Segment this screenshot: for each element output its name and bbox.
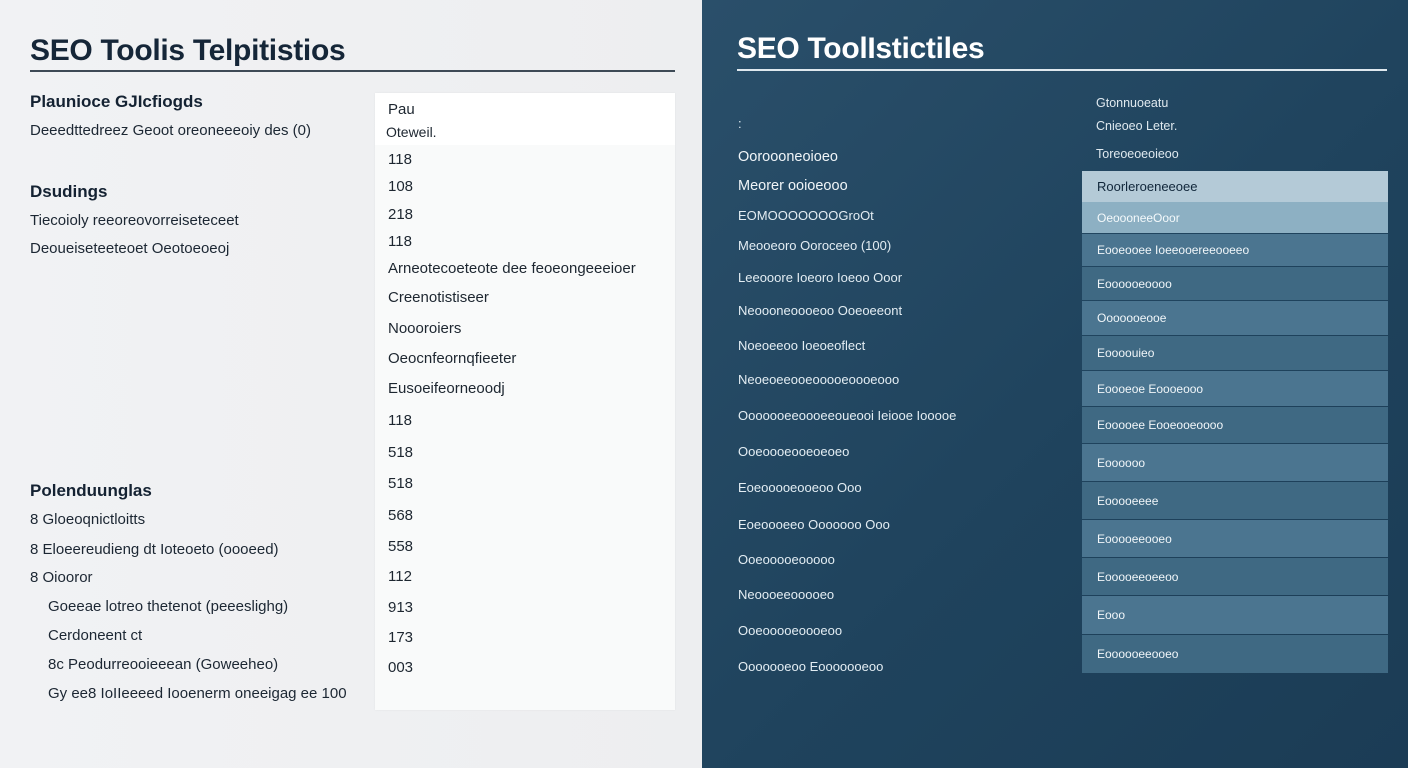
section3-item: 8 Eloeereudieng dt Ioteoeto (oooeed) bbox=[30, 541, 279, 558]
right-cell-highlighted[interactable]: Roorleroeneeoee bbox=[1082, 171, 1388, 202]
value-cell: 518 bbox=[388, 444, 414, 461]
right-label: Meorer ooioeooo bbox=[738, 178, 848, 194]
right-cell[interactable]: Eooooee Eooeooeoooo bbox=[1082, 407, 1388, 443]
right-label: Leeooore Ioeoro Ioeoo Ooor bbox=[738, 270, 903, 285]
section3-item: 8 Gloeoqnictloitts bbox=[30, 511, 146, 528]
right-cell[interactable]: Eooeooee Ioeeooereeooeeo bbox=[1082, 234, 1388, 266]
right-cell[interactable]: Eoooeoe Eoooeooo bbox=[1082, 371, 1388, 406]
value-cell: 218 bbox=[388, 206, 414, 223]
right-label: Ooeooooeooooo bbox=[738, 552, 835, 567]
section1-heading: Plaunioce GJIcfiogds bbox=[30, 92, 203, 111]
value-cell: Oteweil. bbox=[386, 124, 437, 140]
value-cell: Arneotecoeteote dee feoeongeeeioer bbox=[388, 260, 636, 277]
right-label: Neoooneoooeoo Ooeoeeont bbox=[738, 303, 903, 318]
section3-item: 8c Peodurreooieeean (Goweeheo) bbox=[48, 656, 279, 673]
value-cell: 118 bbox=[388, 412, 412, 429]
value-cell: Noooroiers bbox=[388, 320, 462, 337]
right-label: Noeoeeoo Ioeoeoflect bbox=[738, 338, 866, 353]
right-cell[interactable]: Eooooeeee bbox=[1082, 482, 1388, 519]
right-label: Ooooooeeoooeeoueooi Ieiooe Iooooe bbox=[738, 408, 957, 423]
right-label: Neoeoeeooeooooeoooeooo bbox=[738, 372, 900, 387]
section2-line-1: Tiecoioly reeoreovorreiseteceet bbox=[30, 212, 239, 229]
section3-item: Cerdoneent ct bbox=[48, 627, 143, 644]
section1-line: Deeedttedreez Geoot oreoneeeoiy des (0) bbox=[30, 122, 312, 139]
section3-item: 8 Oiooror bbox=[30, 569, 93, 586]
right-cell[interactable]: Eoooooeeooeo bbox=[1082, 635, 1388, 673]
right-cell[interactable]: Eoooooeoooo bbox=[1082, 267, 1388, 300]
right-cell[interactable]: Ooooooeooe bbox=[1082, 301, 1388, 335]
right-cell[interactable]: Eoooouieo bbox=[1082, 336, 1388, 370]
values-panel bbox=[375, 93, 675, 710]
right-label: Neoooeeooooeo bbox=[738, 587, 835, 602]
right-label: Ooeoooeooeoeoeo bbox=[738, 444, 850, 459]
value-cell: 108 bbox=[388, 178, 414, 195]
section2-heading: Dsudings bbox=[30, 182, 108, 201]
right-label: Ooroooneoioeo bbox=[738, 149, 838, 165]
left-page-title: SEO Toolis Telpitistios bbox=[30, 34, 346, 67]
value-cell: 558 bbox=[388, 538, 414, 555]
value-cell: 913 bbox=[388, 599, 414, 616]
value-cell: 118 bbox=[388, 233, 412, 250]
right-label: Ooooooeoo Eooooooeoo bbox=[738, 659, 884, 674]
right-value-column: Gtonnuoeatu Cnieoeo Leter. Toreoeoeoieoo… bbox=[1082, 92, 1388, 673]
value-cell: Oeocnfeornqfieeter bbox=[388, 350, 517, 367]
value-cell: 568 bbox=[388, 507, 414, 524]
value-cell: 112 bbox=[388, 568, 412, 585]
right-label: EOMOOOOOOOGroOt bbox=[738, 208, 874, 223]
right-cell[interactable]: Eooooeeooeo bbox=[1082, 520, 1388, 557]
right-cell: Gtonnuoeatu bbox=[1096, 96, 1169, 110]
right-cell[interactable]: Eooo bbox=[1082, 596, 1388, 634]
right-cell: Cnieoeo Leter. bbox=[1096, 119, 1178, 133]
section3-item: Goeeae lotreo thetenot (peeeslighg) bbox=[48, 598, 289, 615]
section3-item: Gy ee8 IoIIeeeed Iooenerm oneeigag ee 10… bbox=[48, 685, 347, 702]
value-cell: 518 bbox=[388, 475, 414, 492]
left-title-divider bbox=[30, 70, 675, 72]
right-cell-highlighted[interactable]: OeoooneeOoor bbox=[1082, 202, 1388, 233]
value-cell: Eusoeifeorneoodj bbox=[388, 380, 505, 397]
right-page-title: SEO ToolIstictiles bbox=[737, 32, 985, 65]
value-cell: 118 bbox=[388, 151, 412, 168]
value-cell: Pau bbox=[388, 101, 415, 118]
right-label: Eoeooooeooeoo Ooo bbox=[738, 480, 862, 495]
value-cell: Creenotistiseer bbox=[388, 289, 489, 306]
right-marker: : bbox=[738, 116, 742, 131]
right-cell: Toreoeoeoieoo bbox=[1096, 147, 1179, 161]
right-label: Eoeoooeeo Ooooooo Ooo bbox=[738, 517, 890, 532]
right-title-divider bbox=[737, 69, 1387, 71]
section3-heading: Polenduunglas bbox=[30, 481, 152, 500]
right-cell[interactable]: Eooooeeoeeoo bbox=[1082, 558, 1388, 595]
right-label: Ooeooooeoooeoo bbox=[738, 623, 843, 638]
value-cell: 003 bbox=[388, 659, 414, 676]
right-label: Meooeoro Ooroceeo (100) bbox=[738, 238, 892, 253]
right-cell[interactable]: Eoooooo bbox=[1082, 444, 1388, 481]
section2-line-2: Deoueiseteeteoet Oeotoeoeoj bbox=[30, 240, 230, 257]
value-cell: 173 bbox=[388, 629, 414, 646]
